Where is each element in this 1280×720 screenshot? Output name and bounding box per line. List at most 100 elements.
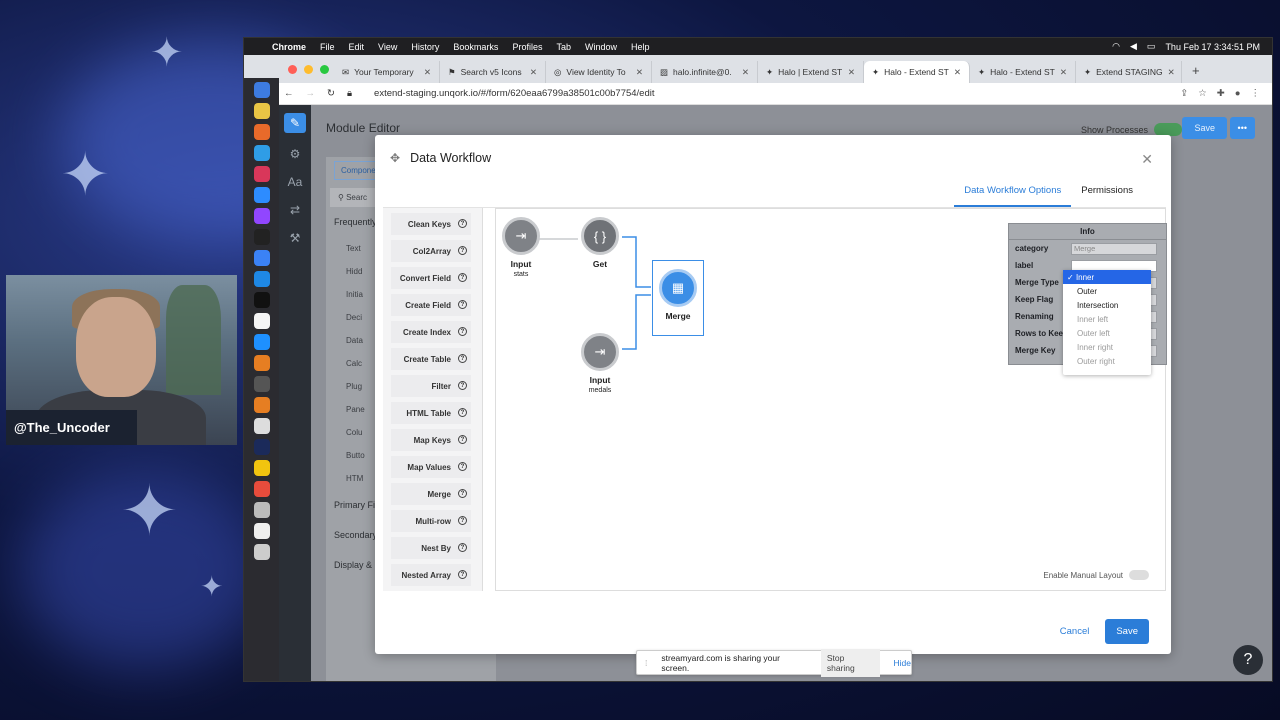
browser-tab[interactable]: ✉ Your Temporary ✕ [334, 61, 440, 83]
toggle-switch[interactable] [1129, 570, 1149, 580]
help-icon[interactable]: ? [458, 408, 467, 417]
palette-item[interactable]: Map Values? [391, 456, 471, 478]
tab-permissions[interactable]: Permissions [1071, 179, 1143, 207]
menu-app-name[interactable]: Chrome [272, 42, 306, 52]
menu-window[interactable]: Window [585, 42, 617, 52]
tab-close-icon[interactable]: ✕ [530, 67, 537, 78]
browser-tab[interactable]: ▨ halo.infinite@0. ✕ [652, 61, 758, 83]
help-icon[interactable]: ? [458, 381, 467, 390]
palette-item[interactable]: Create Index? [391, 321, 471, 343]
chrome-icon[interactable] [253, 103, 270, 119]
tab-close-icon[interactable]: ✕ [1168, 67, 1175, 78]
safari-icon[interactable] [253, 145, 270, 161]
slack-icon[interactable] [253, 166, 270, 182]
menu-help[interactable]: Help [631, 42, 650, 52]
help-icon[interactable]: ? [458, 219, 467, 228]
drag-handle-icon[interactable]: ✥ [390, 151, 400, 165]
save-module-button[interactable]: Save [1182, 117, 1227, 139]
node-input-stats[interactable]: ⇥ Input stats [501, 217, 541, 278]
share-icon[interactable]: ⇪ [1180, 88, 1188, 99]
help-icon[interactable]: ? [458, 516, 467, 525]
help-icon[interactable]: ? [458, 354, 467, 363]
app-icon[interactable] [253, 481, 270, 497]
tab-close-icon[interactable]: ✕ [742, 67, 749, 78]
vscode-icon[interactable] [253, 271, 270, 287]
browser-tab[interactable]: ◎ View Identity To ✕ [546, 61, 652, 83]
help-icon[interactable]: ? [458, 327, 467, 336]
app-icon[interactable] [253, 250, 270, 266]
help-icon[interactable]: ? [458, 543, 467, 552]
node-merge[interactable]: ▦ Merge [656, 269, 700, 321]
browser-tab[interactable]: ✦ Halo - Extend ST ✕ [970, 61, 1076, 83]
reload-icon[interactable]: ↻ [327, 88, 335, 99]
manual-layout-toggle[interactable]: Enable Manual Layout [1043, 570, 1149, 580]
app-icon[interactable] [253, 355, 270, 371]
browser-tab[interactable]: ✦ Halo | Extend ST ✕ [758, 61, 864, 83]
forward-icon[interactable]: → [306, 88, 316, 99]
swap-icon[interactable]: ⇄ [279, 203, 311, 217]
node-get[interactable]: { } Get [578, 217, 622, 269]
browser-tab[interactable]: ⚑ Search v5 Icons ✕ [440, 61, 546, 83]
firefox-icon[interactable] [253, 124, 270, 140]
menu-file[interactable]: File [320, 42, 335, 52]
wifi-icon[interactable]: ◠ [1112, 41, 1120, 52]
menubar-clock[interactable]: Thu Feb 17 3:34:51 PM [1165, 42, 1260, 52]
category-field[interactable]: Merge [1071, 242, 1157, 255]
drag-grip-icon[interactable]: ⁞ [645, 658, 647, 668]
palette-item[interactable]: HTML Table? [391, 402, 471, 424]
browser-menu-icon[interactable]: ⋮ [1251, 88, 1261, 99]
palette-item[interactable]: Filter? [391, 375, 471, 397]
palette-item[interactable]: Nested Array? [391, 564, 471, 586]
edit-icon[interactable]: ✎ [284, 113, 306, 133]
help-button[interactable]: ? [1233, 645, 1263, 675]
more-options-button[interactable]: ••• [1229, 117, 1255, 139]
help-icon[interactable]: ? [458, 273, 467, 282]
cancel-button[interactable]: Cancel [1060, 626, 1090, 637]
menu-edit[interactable]: Edit [349, 42, 365, 52]
terminal-icon[interactable] [253, 292, 270, 308]
bookmark-star-icon[interactable]: ☆ [1198, 88, 1207, 99]
palette-item[interactable]: Multi-row? [391, 510, 471, 532]
help-icon[interactable]: ? [458, 462, 467, 471]
palette-item[interactable]: Create Field? [391, 294, 471, 316]
minimize-window-icon[interactable] [304, 65, 313, 74]
new-tab-icon[interactable]: + [1192, 63, 1200, 78]
help-icon[interactable]: ? [458, 300, 467, 309]
tab-close-icon[interactable]: ✕ [636, 67, 643, 78]
palette-item[interactable]: Create Table? [391, 348, 471, 370]
menu-profiles[interactable]: Profiles [512, 42, 542, 52]
volume-icon[interactable]: ◀ [1130, 41, 1137, 52]
workflow-canvas[interactable]: ⇥ Input stats { } Get ⇥ Input medals ▦ M… [495, 208, 1167, 591]
battery-icon[interactable]: ▭ [1147, 41, 1156, 52]
settings-icon[interactable]: ⚙ [279, 147, 311, 161]
save-button[interactable]: Save [1105, 619, 1149, 644]
palette-item[interactable]: Clean Keys? [391, 213, 471, 235]
url-field[interactable]: extend-staging.unqork.io/#/form/620eaa67… [374, 88, 654, 99]
tab-data-workflow-options[interactable]: Data Workflow Options [954, 179, 1072, 207]
app-icon[interactable] [253, 229, 270, 245]
app-icon[interactable] [253, 523, 270, 539]
appstore-icon[interactable] [253, 334, 270, 350]
close-window-icon[interactable] [288, 65, 297, 74]
back-icon[interactable]: ← [284, 88, 294, 99]
menu-bookmarks[interactable]: Bookmarks [453, 42, 498, 52]
help-icon[interactable]: ? [458, 246, 467, 255]
dropdown-option[interactable]: Outer [1063, 284, 1151, 298]
browser-tab-active[interactable]: ✦ Halo - Extend ST ✕ [864, 61, 970, 83]
translate-icon[interactable]: Aa [279, 175, 311, 189]
browser-tab[interactable]: ✦ Extend STAGING ✕ [1076, 61, 1182, 83]
palette-item[interactable]: Convert Field? [391, 267, 471, 289]
tab-close-icon[interactable]: ✕ [848, 67, 855, 78]
unqork-icon[interactable] [253, 439, 270, 455]
app-icon[interactable] [253, 418, 270, 434]
menu-tab[interactable]: Tab [556, 42, 571, 52]
extensions-icon[interactable]: ✚ [1217, 88, 1225, 99]
profile-avatar-icon[interactable]: ● [1235, 88, 1241, 99]
app-icon[interactable] [253, 376, 270, 392]
wrench-icon[interactable]: ⚒ [279, 231, 311, 245]
twitch-icon[interactable] [253, 208, 270, 224]
finder-icon[interactable] [253, 82, 270, 98]
tab-close-icon[interactable]: ✕ [954, 67, 961, 78]
palette-item[interactable]: Merge? [391, 483, 471, 505]
app-icon[interactable] [253, 502, 270, 518]
